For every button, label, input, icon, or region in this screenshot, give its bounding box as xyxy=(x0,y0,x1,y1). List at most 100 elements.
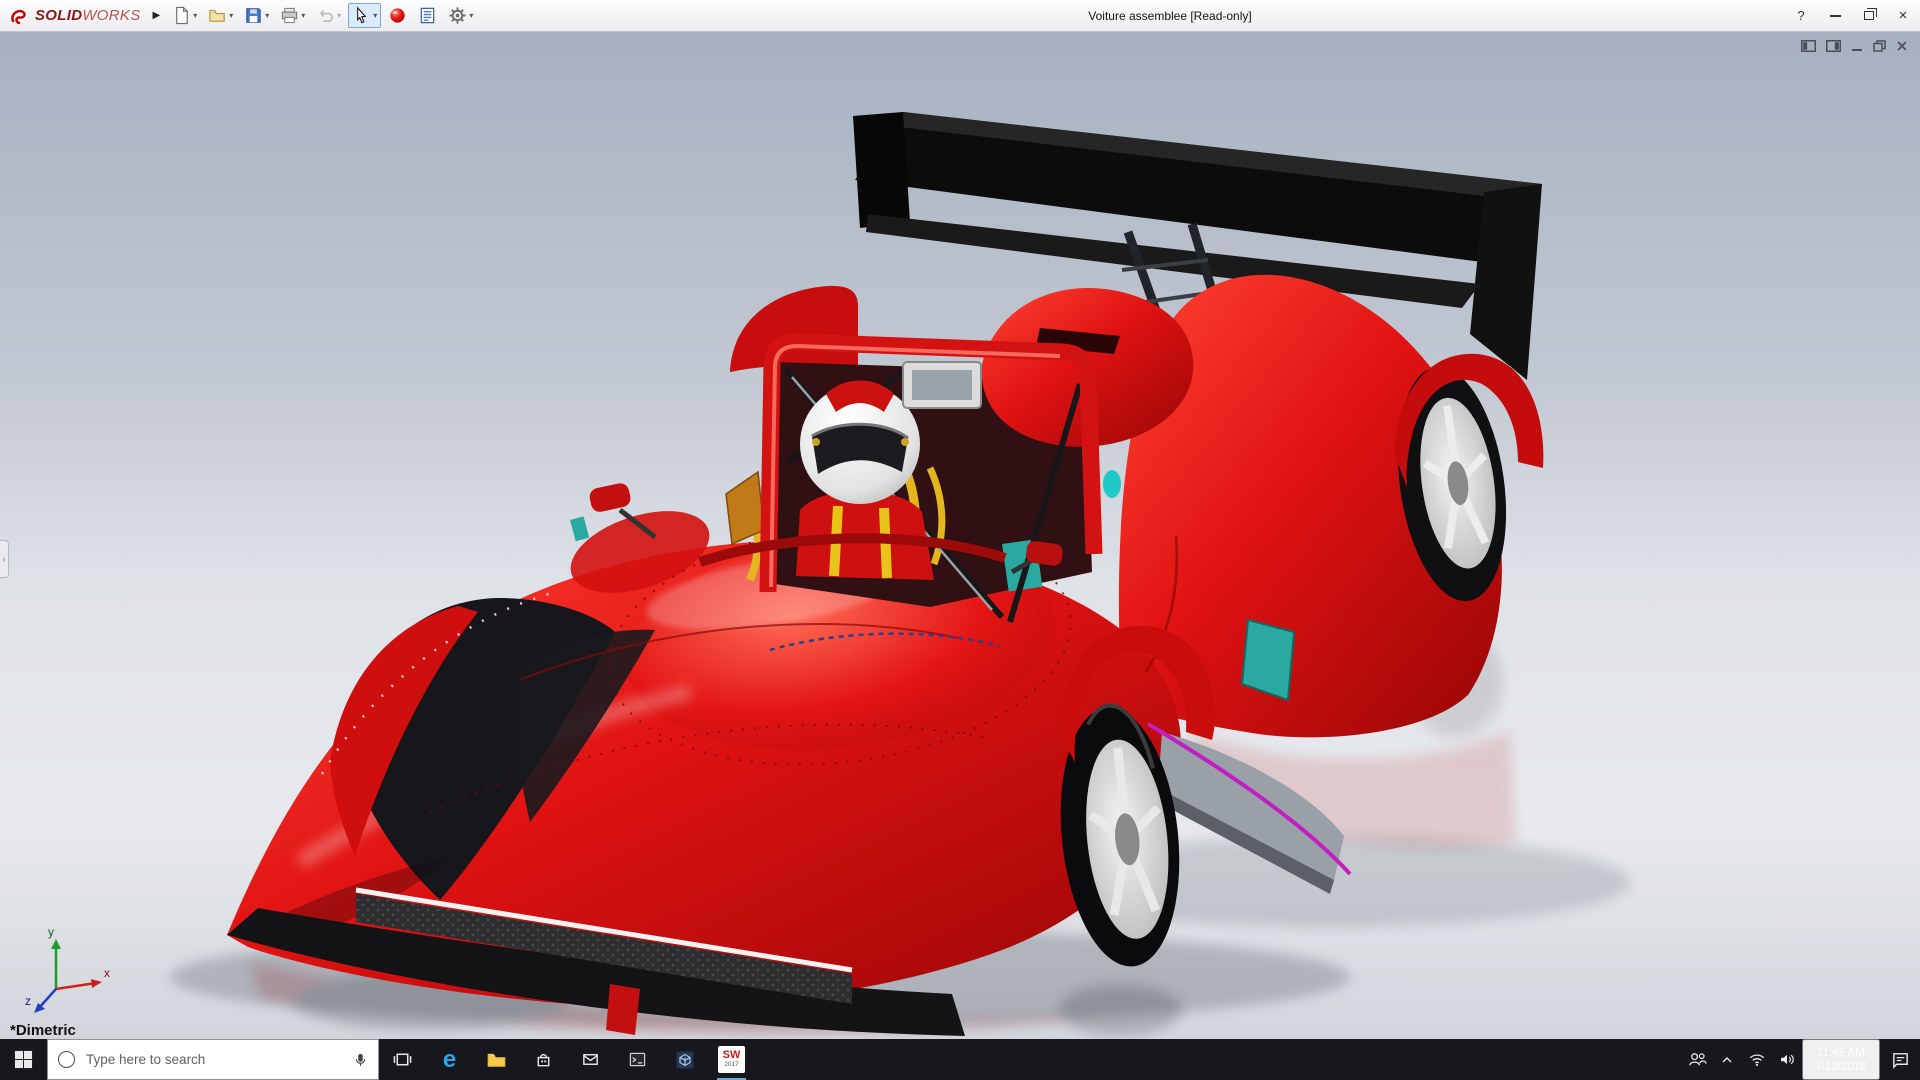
window-title: Voiture assemblee [Read-only] xyxy=(420,0,1920,31)
dropdown-caret[interactable]: ▾ xyxy=(337,12,341,20)
triad-z-label: z xyxy=(25,994,31,1008)
minimize-icon xyxy=(1830,15,1841,17)
visor-pivot xyxy=(901,438,909,446)
solidworks-2017-button[interactable]: SW 2017 xyxy=(708,1039,755,1080)
command-prompt-icon xyxy=(628,1050,647,1069)
file-explorer-icon xyxy=(486,1050,507,1069)
store-bag-icon xyxy=(534,1050,553,1069)
solidworks-logo: SOLIDWORKS xyxy=(0,6,145,26)
cortana-icon xyxy=(58,1051,75,1068)
design-library-button[interactable] xyxy=(414,3,441,28)
reference-triad[interactable]: x y z xyxy=(24,925,114,1021)
dropdown-caret[interactable]: ▾ xyxy=(229,12,233,20)
solidworks-window: SOLIDWORKS ▶ ▾ ▾ ▾ xyxy=(0,0,1920,1080)
system-tray: 11:45 AM 7/13/2018 xyxy=(1682,1039,1920,1080)
file-explorer-button[interactable] xyxy=(473,1039,520,1080)
gear-icon xyxy=(448,6,467,25)
people-icon xyxy=(1687,1050,1707,1069)
people-button[interactable] xyxy=(1682,1039,1712,1080)
action-center-button[interactable] xyxy=(1880,1039,1920,1080)
mail-icon xyxy=(581,1050,600,1069)
open-icon xyxy=(208,6,227,25)
windows-taskbar: e xyxy=(0,1039,1920,1080)
pinned-apps: e xyxy=(379,1039,755,1080)
tow-strap xyxy=(606,984,640,1035)
dropdown-caret[interactable]: ▾ xyxy=(469,12,473,20)
save-button[interactable]: ▾ xyxy=(240,3,273,28)
wifi-icon xyxy=(1748,1051,1766,1068)
undo-button[interactable]: ▾ xyxy=(312,3,345,28)
action-center-icon xyxy=(1891,1050,1910,1069)
command-prompt-button[interactable] xyxy=(614,1039,661,1080)
restore-icon xyxy=(1864,11,1874,20)
speaker-icon xyxy=(1778,1051,1796,1068)
view-orientation-label: *Dimetric xyxy=(10,1022,76,1039)
visor-pivot xyxy=(812,438,820,446)
edrawings-button[interactable] xyxy=(661,1039,708,1080)
close-button[interactable]: × xyxy=(1886,0,1920,31)
taskbar-search[interactable] xyxy=(47,1039,379,1080)
restore-button[interactable] xyxy=(1852,0,1886,31)
select-button[interactable]: ▾ xyxy=(348,3,381,28)
sw-icon-text: SW xyxy=(723,1050,741,1061)
store-button[interactable] xyxy=(520,1039,567,1080)
taskbar-clock[interactable]: 11:45 AM 7/13/2018 xyxy=(1802,1039,1880,1080)
dropdown-caret[interactable]: ▾ xyxy=(301,12,305,20)
triad-x-label: x xyxy=(104,966,110,980)
options-button[interactable]: ▾ xyxy=(444,3,477,28)
chevron-up-icon xyxy=(1719,1052,1735,1068)
help-button[interactable]: ? xyxy=(1784,0,1818,31)
appearance-sphere-icon xyxy=(388,6,407,25)
minimize-button[interactable] xyxy=(1818,0,1852,31)
task-view-icon xyxy=(393,1050,412,1069)
windows-logo-icon xyxy=(14,1050,33,1069)
window-controls: ? × xyxy=(1784,0,1920,31)
brand-solid: SOLID xyxy=(35,7,82,24)
brand-works: WORKS xyxy=(82,7,140,24)
task-view-button[interactable] xyxy=(379,1039,426,1080)
dropdown-caret[interactable]: ▾ xyxy=(373,12,377,20)
appearances-button[interactable] xyxy=(384,3,411,28)
start-button[interactable] xyxy=(0,1039,47,1080)
save-icon xyxy=(244,6,263,25)
doc-restore-button[interactable] xyxy=(1873,40,1886,52)
dropdown-caret[interactable]: ▾ xyxy=(193,12,197,20)
quick-access-toolbar: ▾ ▾ ▾ ▾ xyxy=(168,3,477,28)
mail-button[interactable] xyxy=(567,1039,614,1080)
print-button[interactable]: ▾ xyxy=(276,3,309,28)
new-document-button[interactable]: ▾ xyxy=(168,3,201,28)
select-cursor-icon xyxy=(352,6,371,25)
titlebar: SOLIDWORKS ▶ ▾ ▾ ▾ xyxy=(0,0,1920,32)
document-window-controls xyxy=(1801,40,1908,52)
new-document-icon xyxy=(172,6,191,25)
microphone-icon[interactable] xyxy=(353,1050,368,1069)
solidworks-logo-icon xyxy=(10,6,30,26)
solidworks-2017-icon: SW 2017 xyxy=(718,1046,745,1073)
design-library-icon xyxy=(418,6,437,25)
pane-right-button[interactable] xyxy=(1826,40,1841,52)
featuremanager-collapse-tab[interactable]: ‹ xyxy=(0,540,9,578)
clock-time: 11:45 AM xyxy=(1810,1046,1872,1060)
search-input[interactable] xyxy=(84,1051,344,1068)
brand-name: SOLIDWORKS xyxy=(35,7,141,24)
undo-icon xyxy=(316,6,335,25)
edge-icon: e xyxy=(443,1048,456,1072)
volume-button[interactable] xyxy=(1772,1039,1802,1080)
clock-date: 7/13/2018 xyxy=(1810,1060,1872,1074)
sw-icon-year: 2017 xyxy=(724,1062,738,1069)
3d-scene[interactable] xyxy=(0,32,1920,1039)
pane-left-button[interactable] xyxy=(1801,40,1816,52)
open-button[interactable]: ▾ xyxy=(204,3,237,28)
triad-y-label: y xyxy=(48,925,54,939)
doc-minimize-button[interactable] xyxy=(1851,40,1863,52)
doc-close-button[interactable] xyxy=(1896,40,1908,52)
show-hidden-icons-button[interactable] xyxy=(1712,1039,1742,1080)
menu-flyout-arrow[interactable]: ▶ xyxy=(145,10,169,21)
dropdown-caret[interactable]: ▾ xyxy=(265,12,269,20)
graphics-area[interactable]: ‹ x y z *Dimetric xyxy=(0,32,1920,1039)
edge-button[interactable]: e xyxy=(426,1039,473,1080)
edrawings-cube-icon xyxy=(675,1050,695,1070)
print-icon xyxy=(280,6,299,25)
network-button[interactable] xyxy=(1742,1039,1772,1080)
mirror-housing[interactable] xyxy=(903,362,981,408)
